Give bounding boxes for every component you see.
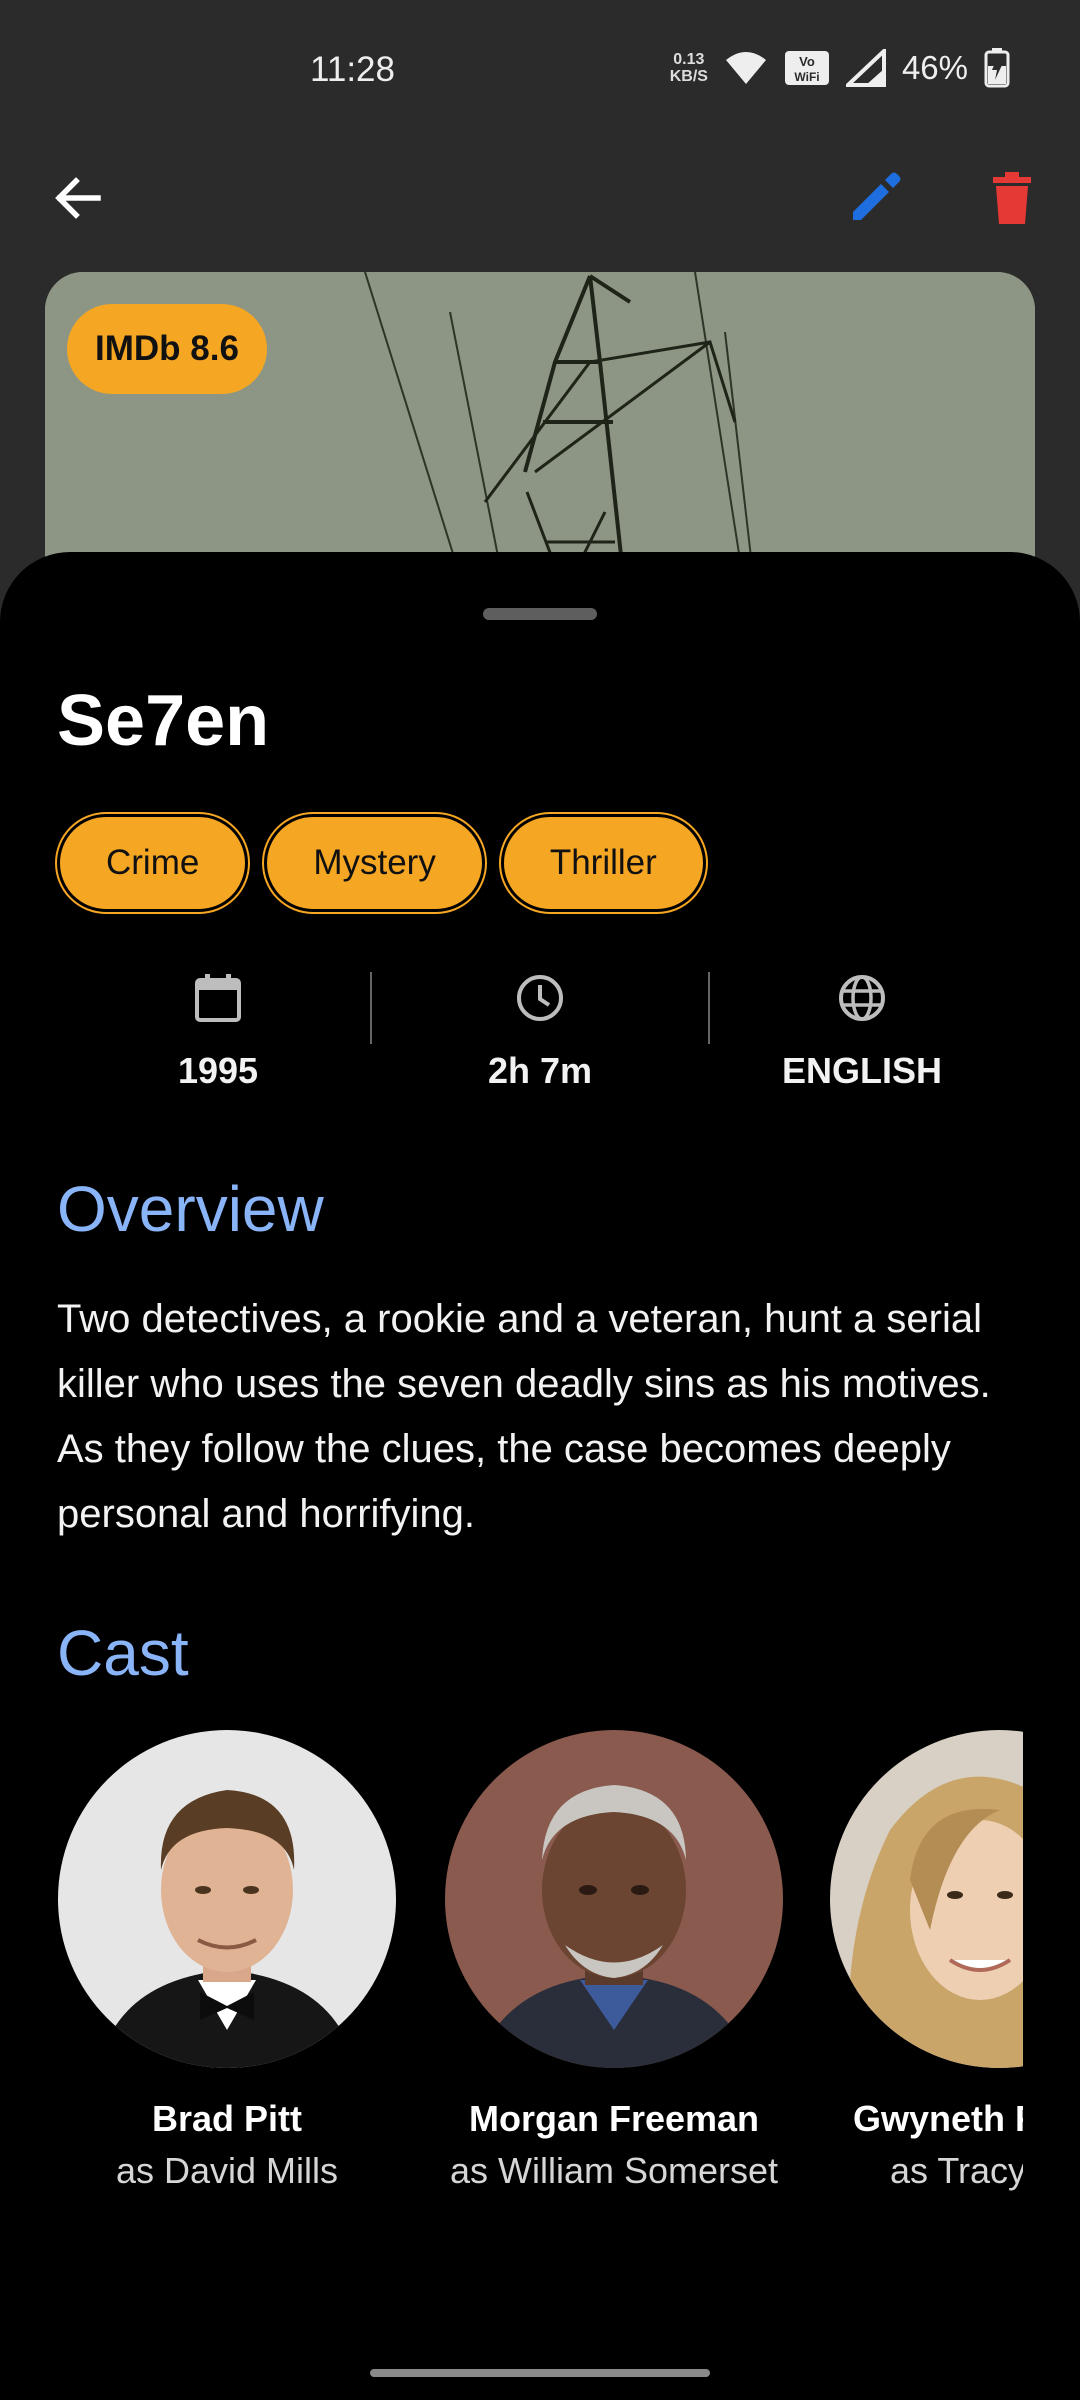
cast-name: Morgan Freeman	[468, 2098, 760, 2139]
year-info: 1995	[57, 972, 379, 1112]
globe-icon	[839, 975, 885, 1021]
cast-name: Gwyneth Paltrow	[852, 2098, 1023, 2139]
drag-handle[interactable]	[483, 608, 597, 620]
signal-icon	[845, 49, 886, 87]
runtime-info: 2h 7m	[379, 972, 701, 1112]
genre-chip[interactable]: Mystery	[264, 814, 485, 912]
language-value: ENGLISH	[781, 1050, 942, 1091]
overview-heading: Overview	[57, 1173, 324, 1245]
movie-title: Se7en	[57, 681, 270, 761]
cast-card[interactable]: Brad Pitt as David Mills	[57, 1730, 417, 2192]
movie-info-row: 1995 2h 7m ENGLISH	[57, 972, 1023, 1112]
runtime-value: 2h 7m	[487, 1050, 593, 1091]
network-speed-value: 0.13	[673, 51, 705, 68]
cast-role: as David Mills	[115, 2150, 339, 2191]
clock-icon	[517, 975, 563, 1021]
cast-card[interactable]: Gwyneth Paltrow as Tracy Mills	[809, 1730, 1023, 2192]
overview-text: Two detectives, a rookie and a veteran, …	[57, 1297, 991, 1536]
battery-charging-icon	[984, 48, 1010, 88]
cast-role: as Tracy Mills	[889, 2150, 1023, 2191]
genre-chip[interactable]: Crime	[57, 814, 249, 912]
app-bar	[0, 150, 1080, 240]
status-time: 11:28	[310, 50, 395, 89]
wifi-icon	[725, 52, 766, 84]
avatar	[830, 1730, 1023, 2068]
year-value: 1995	[177, 1050, 259, 1091]
info-divider	[370, 972, 372, 1044]
pencil-icon[interactable]	[845, 168, 905, 228]
svg-text:Vo: Vo	[799, 54, 815, 69]
calendar-icon	[195, 974, 241, 1022]
genre-chips: Crime Mystery Thriller	[57, 814, 706, 912]
cast-name: Brad Pitt	[151, 2098, 302, 2139]
status-icons: 0.13 KB/S Vo WiFi 46%	[670, 48, 1010, 88]
imdb-rating-badge: IMDb 8.6	[67, 304, 267, 394]
battery-percent: 46%	[901, 49, 968, 86]
genre-chip[interactable]: Thriller	[500, 814, 706, 912]
trash-icon[interactable]	[982, 168, 1042, 228]
network-speed-unit: KB/S	[669, 68, 708, 85]
vowifi-icon: Vo WiFi	[784, 51, 829, 85]
cast-role: as William Somerset	[449, 2150, 779, 2191]
status-bar: 11:28 0.13 KB/S Vo WiFi 46%	[0, 0, 1080, 140]
avatar	[445, 1730, 783, 2068]
details-sheet: Se7en Crime Mystery Thriller 1995 2h 7m	[0, 552, 1080, 2400]
avatar	[58, 1730, 396, 2068]
network-speed: 0.13 KB/S	[670, 51, 708, 85]
cast-list[interactable]: Brad Pitt as David Mills Morgan Freeman	[57, 1730, 1023, 2230]
home-indicator[interactable]	[370, 2369, 710, 2377]
cast-card[interactable]: Morgan Freeman as William Somerset	[424, 1730, 804, 2192]
language-info: ENGLISH	[701, 972, 1023, 1112]
svg-text:WiFi: WiFi	[794, 70, 819, 84]
arrow-left-icon[interactable]	[48, 168, 108, 228]
cast-heading: Cast	[57, 1617, 189, 1689]
movie-backdrop: IMDb 8.6	[45, 272, 1035, 592]
